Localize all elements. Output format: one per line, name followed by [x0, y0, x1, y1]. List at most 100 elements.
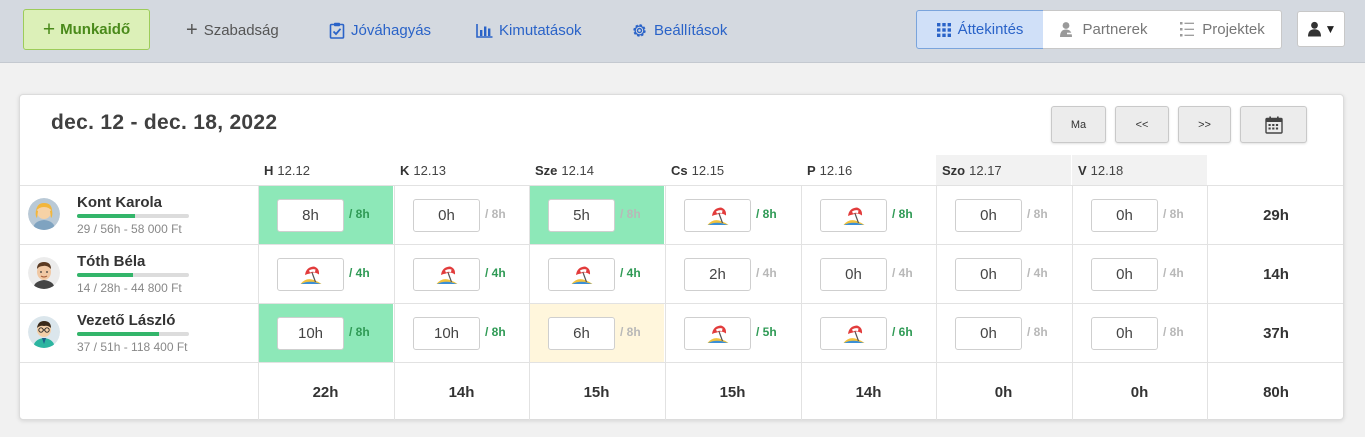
- grand-total: 80h: [1263, 383, 1289, 401]
- day-cell: / 8h: [801, 186, 936, 244]
- hours-input[interactable]: 5h: [548, 199, 615, 232]
- vacation-entry[interactable]: [684, 317, 751, 350]
- nav-settings-label: Beállítások: [654, 21, 728, 39]
- hours-input[interactable]: 0h: [1091, 258, 1158, 291]
- user-icon: [1307, 21, 1321, 37]
- employee-progress-bar: [77, 273, 189, 277]
- vacation-entry[interactable]: [820, 317, 887, 350]
- nav-reports-link[interactable]: Kimutatások: [476, 19, 582, 41]
- vacation-entry[interactable]: [413, 258, 480, 291]
- day-date: 12.13: [413, 162, 446, 178]
- day-date: 12.12: [277, 162, 310, 178]
- employee-name: Vezető László: [77, 312, 176, 329]
- day-header-6: V 12.18: [1072, 155, 1207, 185]
- day-cell: / 6h: [801, 304, 936, 362]
- day-cell: / 5h: [665, 304, 800, 362]
- nav-vacation-link[interactable]: + Szabadság: [186, 19, 279, 41]
- beach-umbrella-icon: [843, 207, 864, 225]
- column-divider: [394, 185, 395, 420]
- day-abbr: K: [400, 162, 410, 178]
- hours-input[interactable]: 0h: [413, 199, 480, 232]
- day-cell: 6h / 8h: [529, 304, 664, 362]
- avatar: [28, 198, 60, 230]
- day-header-4: P 12.16: [801, 155, 936, 185]
- employee-stats: 29 / 56h - 58 000 Ft: [77, 222, 182, 236]
- hours-input[interactable]: 10h: [413, 317, 480, 350]
- bar-chart-icon: [476, 23, 493, 38]
- column-divider: [258, 185, 259, 420]
- hours-input[interactable]: 6h: [548, 317, 615, 350]
- plus-icon: +: [42, 18, 56, 41]
- gear-icon: [633, 23, 646, 37]
- employee-stats: 14 / 28h - 44 800 Ft: [77, 281, 182, 295]
- hours-input[interactable]: 0h: [1091, 199, 1158, 232]
- hours-input[interactable]: 2h: [684, 258, 751, 291]
- vacation-entry[interactable]: [820, 199, 887, 232]
- list-icon: [1180, 22, 1195, 37]
- column-divider: [665, 185, 666, 420]
- add-worktime-label: Munkaidő: [60, 21, 131, 38]
- progress-fill: [77, 214, 136, 218]
- tab-overview[interactable]: Áttekintés: [916, 10, 1044, 49]
- day-abbr: Sze: [535, 162, 558, 178]
- vacation-entry[interactable]: [684, 199, 751, 232]
- hours-input[interactable]: 0h: [955, 317, 1022, 350]
- today-button[interactable]: Ma: [1051, 106, 1106, 143]
- day-header-0: H 12.12: [258, 155, 393, 185]
- day-cell: 0h / 8h: [1072, 186, 1207, 244]
- row-divider: [20, 244, 1343, 245]
- caret-down-icon: ▼: [1324, 22, 1337, 36]
- employee-week-total: 29h: [1263, 206, 1289, 224]
- day-cell: 0h / 8h: [1072, 304, 1207, 362]
- employee-row-header: Kont Karola 29 / 56h - 58 000 Ft: [20, 186, 258, 244]
- day-abbr: H: [264, 162, 274, 178]
- day-date: 12.17: [969, 162, 1002, 178]
- hours-quota: / 6h: [892, 325, 913, 339]
- employee-progress-bar: [77, 332, 189, 336]
- hours-quota: / 4h: [1027, 266, 1048, 280]
- vacation-entry[interactable]: [277, 258, 344, 291]
- hours-input[interactable]: 0h: [955, 199, 1022, 232]
- day-date: 12.18: [1090, 162, 1124, 178]
- clipboard-check-icon: [329, 22, 345, 39]
- previous-week-button[interactable]: <<: [1115, 106, 1169, 143]
- hours-quota: / 8h: [1163, 207, 1184, 221]
- hours-input[interactable]: 0h: [820, 258, 887, 291]
- add-worktime-button[interactable]: + Munkaidő: [23, 9, 150, 50]
- hours-input[interactable]: 0h: [955, 258, 1022, 291]
- column-divider: [801, 185, 802, 420]
- day-total: 15h: [583, 383, 610, 401]
- employee-week-total: 37h: [1263, 324, 1289, 342]
- beach-umbrella-icon: [707, 207, 728, 225]
- day-abbr: Szo: [942, 162, 966, 178]
- hours-quota: / 4h: [892, 266, 913, 280]
- day-date: 12.14: [561, 162, 594, 178]
- column-divider: [1072, 185, 1073, 420]
- day-cell: 0h / 8h: [936, 304, 1071, 362]
- employee-row-header: Vezető László 37 / 51h - 118 400 Ft: [20, 304, 258, 362]
- beach-umbrella-icon: [300, 266, 321, 284]
- next-week-button[interactable]: >>: [1178, 106, 1231, 143]
- user-menu-button[interactable]: ▼: [1297, 11, 1345, 47]
- top-toolbar: + Munkaidő + Szabadság Jóváhagyás Kimuta…: [0, 0, 1365, 63]
- hours-input[interactable]: 8h: [277, 199, 344, 232]
- hours-quota: / 8h: [620, 325, 641, 339]
- plus-icon: +: [186, 19, 198, 41]
- avatar: [28, 316, 60, 348]
- calendar-picker-button[interactable]: [1240, 106, 1307, 143]
- nav-approval-link[interactable]: Jóváhagyás: [329, 19, 431, 41]
- tab-overview-label: Áttekintés: [957, 21, 1024, 38]
- hours-input[interactable]: 10h: [277, 317, 344, 350]
- hours-quota: / 8h: [349, 207, 370, 221]
- day-total: 0h: [1130, 383, 1149, 401]
- day-cell: 10h / 8h: [258, 304, 393, 362]
- hours-quota: / 8h: [756, 207, 777, 221]
- tab-projects[interactable]: Projektek: [1163, 10, 1282, 49]
- vacation-entry[interactable]: [548, 258, 615, 291]
- nav-settings-link[interactable]: Beállítások: [631, 19, 727, 41]
- progress-fill: [77, 332, 159, 336]
- tab-partners[interactable]: Partnerek: [1043, 10, 1164, 49]
- hours-input[interactable]: 0h: [1091, 317, 1158, 350]
- day-total: 0h: [994, 383, 1013, 401]
- row-divider: [20, 362, 1343, 363]
